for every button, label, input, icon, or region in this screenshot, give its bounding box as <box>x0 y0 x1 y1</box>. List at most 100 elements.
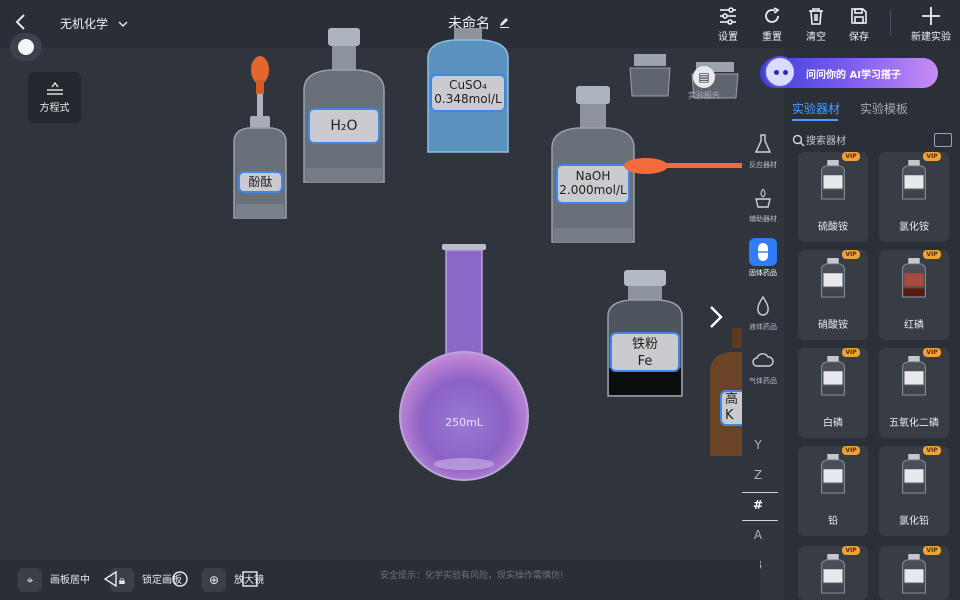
droplet-icon <box>749 292 777 320</box>
reagent-card[interactable]: VIP 硝酸铵 <box>798 250 868 340</box>
iron-name: 铁粉 <box>631 337 658 352</box>
save-button[interactable]: 保存 <box>839 6 879 43</box>
robot-icon <box>764 56 796 88</box>
index-letter[interactable]: A <box>742 528 774 542</box>
equation-button[interactable]: 方程式 <box>28 72 81 123</box>
dot-icon <box>18 39 34 55</box>
flask-icon <box>749 130 777 158</box>
reset-button[interactable]: 重置 <box>752 6 792 43</box>
reagent-card[interactable]: VIP <box>798 546 868 600</box>
nav-recents-icon[interactable] <box>241 570 259 592</box>
reagent-bottle-icon <box>902 258 926 298</box>
reagent-card[interactable]: VIP 氯化铵 <box>879 152 949 242</box>
reagent-bottle-icon <box>821 554 845 594</box>
iron-label: 铁粉 Fe <box>610 332 680 372</box>
phenolphthalein-label: 酚酞 <box>238 171 283 193</box>
reagent-name: 氯化铵 <box>899 222 929 233</box>
tab-equipment[interactable]: 实验器材 <box>792 100 841 121</box>
reagent-bottle-icon <box>821 356 845 396</box>
category-label: 固体药品 <box>749 269 777 277</box>
index-letter[interactable]: Z <box>742 468 774 482</box>
reagent-bottle-icon <box>902 554 926 594</box>
brown-bottle-label-line1: 高 <box>725 392 739 407</box>
active-tab-indicator <box>792 119 838 121</box>
settings-button[interactable]: 设置 <box>708 6 748 43</box>
tab-templates[interactable]: 实验模板 <box>860 100 908 117</box>
round-bottom-flask[interactable]: 250mL <box>396 244 532 484</box>
iron-formula: Fe <box>637 354 653 369</box>
category-label: 反应器材 <box>749 161 777 169</box>
category-gas-reagents[interactable]: 气体药品 <box>742 346 784 386</box>
experiment-report-button[interactable]: ▤ 实验报告 <box>684 66 724 101</box>
reagent-name: 硫酸铵 <box>818 222 848 233</box>
keyboard-icon[interactable] <box>934 133 952 147</box>
equation-label: 方程式 <box>39 103 70 114</box>
save-icon <box>851 8 867 24</box>
reagent-card[interactable]: VIP 红磷 <box>879 250 949 340</box>
category-label: 无机化学 <box>60 17 109 31</box>
reagent-name: 红磷 <box>904 320 924 331</box>
cuso4-bottle[interactable]: CuSO₄ 0.348mol/L <box>426 28 510 154</box>
category-label: 辅助器材 <box>749 215 777 223</box>
index-divider <box>742 520 778 521</box>
category-label: 液体药品 <box>749 323 777 331</box>
spoon[interactable] <box>622 155 742 177</box>
cuso4-name: CuSO₄ <box>449 78 487 92</box>
category-solid-reagents[interactable]: 固体药品 <box>742 238 784 278</box>
water-bottle[interactable]: H₂O <box>302 28 386 184</box>
reagent-card[interactable]: VIP 五氧化二磷 <box>879 348 949 438</box>
nav-home-icon[interactable] <box>171 570 189 592</box>
expand-panel-arrow-icon[interactable] <box>709 305 723 335</box>
small-container[interactable] <box>628 52 672 100</box>
reagent-name: 白磷 <box>823 418 843 429</box>
clear-button[interactable]: 清空 <box>796 6 836 43</box>
spoon-graphic <box>624 158 742 174</box>
burner-icon <box>749 184 777 212</box>
reagent-bottle-icon <box>902 160 926 200</box>
crosshair-icon: ⌖ <box>18 568 42 592</box>
iron-powder-bottle[interactable]: 铁粉 Fe <box>606 270 684 398</box>
brown-bottle-label: 高 K <box>720 390 742 426</box>
index-letter[interactable]: Y <box>742 438 774 452</box>
tab-equipment-label: 实验器材 <box>792 102 841 116</box>
reagent-card[interactable]: VIP 氯化铅 <box>879 446 949 536</box>
reset-label: 重置 <box>762 32 782 43</box>
index-letter-active[interactable]: # <box>742 498 774 512</box>
reagent-card[interactable]: VIP 白磷 <box>798 348 868 438</box>
reagent-bottle-icon <box>902 356 926 396</box>
dropper-bottle-graphic <box>233 56 287 219</box>
reagent-card[interactable]: VIP <box>879 546 949 600</box>
nav-back-icon[interactable] <box>102 570 120 592</box>
search-icon <box>792 134 805 147</box>
capsule-icon <box>749 238 777 266</box>
safety-notice: 安全提示：化学实验有风险，现实操作需慎仿! <box>380 571 564 581</box>
plus-icon <box>922 7 940 25</box>
search-input[interactable] <box>806 133 926 149</box>
index-divider <box>742 492 778 493</box>
reagent-bottle-icon <box>821 160 845 200</box>
category-reaction-equipment[interactable]: 反应器材 <box>742 130 784 170</box>
sliders-icon <box>720 7 736 25</box>
phenolphthalein-bottle[interactable]: 酚酞 <box>230 54 292 222</box>
save-label: 保存 <box>849 32 869 43</box>
category-dropdown[interactable]: 无机化学 <box>60 15 128 32</box>
water-label: H₂O <box>308 108 380 144</box>
reagent-card[interactable]: VIP 硫酸铵 <box>798 152 868 242</box>
new-experiment-label: 新建实验 <box>911 32 951 43</box>
tab-templates-label: 实验模板 <box>860 102 909 116</box>
report-icon: ▤ <box>693 66 715 88</box>
category-auxiliary-equipment[interactable]: 辅助器材 <box>742 184 784 224</box>
brown-bottle[interactable]: 高 K <box>710 328 742 458</box>
reagent-bottle-icon <box>821 258 845 298</box>
cuso4-label: CuSO₄ 0.348mol/L <box>430 74 506 112</box>
report-label: 实验报告 <box>688 91 720 100</box>
center-canvas-button[interactable]: ⌖ 画板居中 <box>18 568 90 592</box>
reagent-name: 五氧化二磷 <box>889 418 939 429</box>
floating-dot-button[interactable] <box>10 33 42 61</box>
reagent-card[interactable]: VIP 铅 <box>798 446 868 536</box>
reagent-name: 氯化铅 <box>899 516 929 527</box>
ai-assistant-banner[interactable]: 问问你的 AI学习搭子 <box>760 56 938 88</box>
new-experiment-button[interactable]: 新建实验 <box>906 6 956 43</box>
category-liquid-reagents[interactable]: 液体药品 <box>742 292 784 332</box>
reagent-name: 硝酸铵 <box>818 320 848 331</box>
